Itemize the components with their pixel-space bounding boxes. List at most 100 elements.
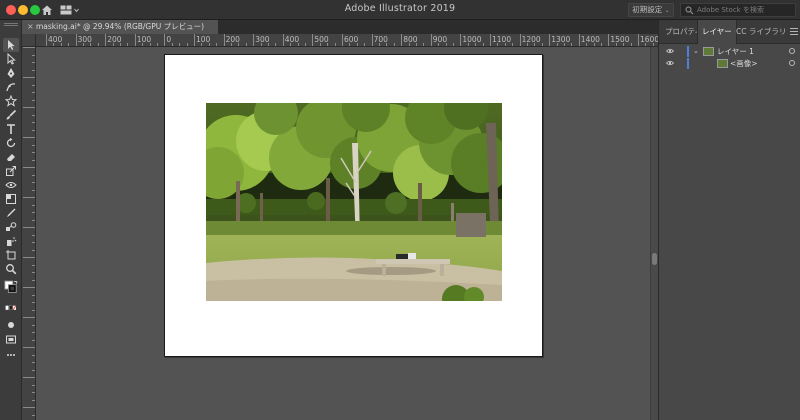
workspace-label: 初期設定 [632, 5, 663, 14]
ruler-tick [534, 43, 536, 46]
rotate-tool[interactable] [3, 136, 19, 150]
ruler-tick [601, 43, 602, 46]
screen-mode[interactable] [3, 332, 19, 346]
chevron-down-icon: ⌄ [664, 7, 670, 14]
selection-tool-icon [8, 40, 15, 50]
ruler-label: 1100 [492, 35, 512, 44]
ruler-tick [638, 34, 639, 46]
ruler-tick [32, 152, 35, 153]
selection-tool[interactable] [3, 38, 19, 52]
illustrator-window: Adobe Illustrator 2019 初期設定 ⌄ Adobe Stoc… [0, 0, 800, 420]
ruler-tick [460, 34, 462, 46]
curvature-tool[interactable] [3, 80, 19, 94]
image-thumbnail [717, 59, 728, 68]
ruler-tick [519, 34, 521, 46]
ruler-tick [571, 43, 573, 46]
artboard[interactable] [164, 54, 543, 357]
artboard-tool[interactable] [3, 248, 19, 262]
canvas-area[interactable] [36, 47, 650, 420]
ruler-label: 1300 [551, 35, 571, 44]
ruler-tick [408, 43, 410, 46]
ruler-tick [105, 34, 107, 46]
scale-tool[interactable] [3, 164, 19, 178]
ruler-tick [32, 174, 35, 176]
workspace-dropdown[interactable]: 初期設定 ⌄ [628, 3, 674, 17]
ruler-tick [438, 43, 440, 46]
direct-selection-tool-icon [7, 53, 16, 65]
drawing-modes[interactable] [3, 318, 19, 332]
fill-stroke-swatch[interactable] [3, 278, 19, 300]
eye-icon[interactable] [666, 48, 674, 54]
ruler-tick [223, 34, 225, 46]
symbol-sprayer-tool[interactable] [3, 234, 19, 248]
ruler-tick [645, 43, 647, 46]
shape-builder-tool[interactable] [3, 192, 19, 206]
type-tool[interactable] [3, 122, 19, 136]
title-bar: Adobe Illustrator 2019 初期設定 ⌄ [0, 0, 800, 20]
color-modes[interactable] [3, 302, 19, 316]
tools-panel-grip[interactable] [4, 23, 18, 26]
vertical-scrollbar[interactable] [650, 47, 658, 420]
star-tool-icon [5, 95, 17, 107]
ruler-tick [149, 43, 151, 46]
ruler-tick [32, 309, 35, 311]
tab-layers[interactable]: レイヤー [697, 20, 737, 44]
ruler-tick [171, 43, 173, 46]
tab-cc-libraries-label: CC ライブラリ [736, 27, 787, 36]
direct-selection-tool[interactable] [3, 52, 19, 66]
target-icon[interactable] [789, 60, 795, 66]
ruler-tick [68, 43, 70, 46]
ruler-tick [586, 43, 588, 46]
ruler-tick [312, 34, 314, 46]
layer-row[interactable]: <画像> [659, 58, 800, 69]
star-tool[interactable] [3, 94, 19, 108]
ruler-tick [379, 43, 380, 46]
ruler-tick [23, 227, 35, 228]
ruler-label: 1000 [462, 35, 482, 44]
width-tool[interactable] [3, 178, 19, 192]
chevron-down-icon[interactable]: ⌄ [693, 47, 699, 55]
eye-icon[interactable] [666, 60, 674, 66]
ruler-tick [127, 43, 129, 46]
ruler-tick [32, 204, 35, 206]
blend-tool[interactable] [3, 220, 19, 234]
horizontal-ruler[interactable]: 400 300 200 100 0 100 200 300 400 500 600 700 800 900… [36, 34, 658, 47]
layer-name[interactable]: レイヤー 1 [717, 46, 754, 57]
ruler-label: 1500 [610, 35, 630, 44]
ruler-tick [245, 43, 247, 46]
park-photo[interactable] [206, 103, 502, 301]
ruler-tick [231, 43, 232, 46]
ruler-tick [60, 43, 62, 46]
zoom-tool[interactable] [3, 262, 19, 276]
layer-color-indicator [687, 46, 689, 57]
ruler-tick [475, 43, 477, 46]
layer-row[interactable]: ⌄ レイヤー 1 [659, 46, 800, 57]
panel-menu-icon[interactable] [790, 28, 798, 35]
ruler-tick [32, 99, 35, 101]
ruler-tick [186, 43, 188, 46]
sublayer-name[interactable]: <画像> [730, 58, 758, 69]
eyedropper-tool[interactable] [3, 206, 19, 220]
ruler-tick [32, 264, 35, 266]
tab-cc-libraries[interactable]: CC ライブラリ [732, 20, 790, 44]
ruler-tick [23, 257, 35, 258]
tools-panel [0, 20, 22, 420]
scrollbar-thumb[interactable] [652, 253, 657, 265]
ruler-origin[interactable] [22, 34, 36, 47]
ruler-tick [32, 189, 35, 191]
stock-search-input[interactable] [697, 4, 793, 16]
ruler-tick [32, 384, 35, 386]
close-tab-icon[interactable]: × [27, 20, 34, 34]
ruler-tick [32, 122, 35, 123]
vertical-ruler[interactable] [22, 47, 36, 420]
adobe-stock-search[interactable] [680, 3, 796, 17]
ruler-label: 1200 [521, 35, 541, 44]
tab-masking-document[interactable]: × masking.ai* @ 29.94% (RGB/GPU プレビュー) [22, 20, 218, 34]
ruler-tick [32, 114, 35, 116]
paintbrush-tool[interactable] [3, 108, 19, 122]
edit-toolbar[interactable] [3, 348, 19, 362]
eraser-tool[interactable] [3, 150, 19, 164]
pen-tool[interactable] [3, 66, 19, 80]
ruler-tick [32, 362, 35, 363]
target-icon[interactable] [789, 48, 795, 54]
